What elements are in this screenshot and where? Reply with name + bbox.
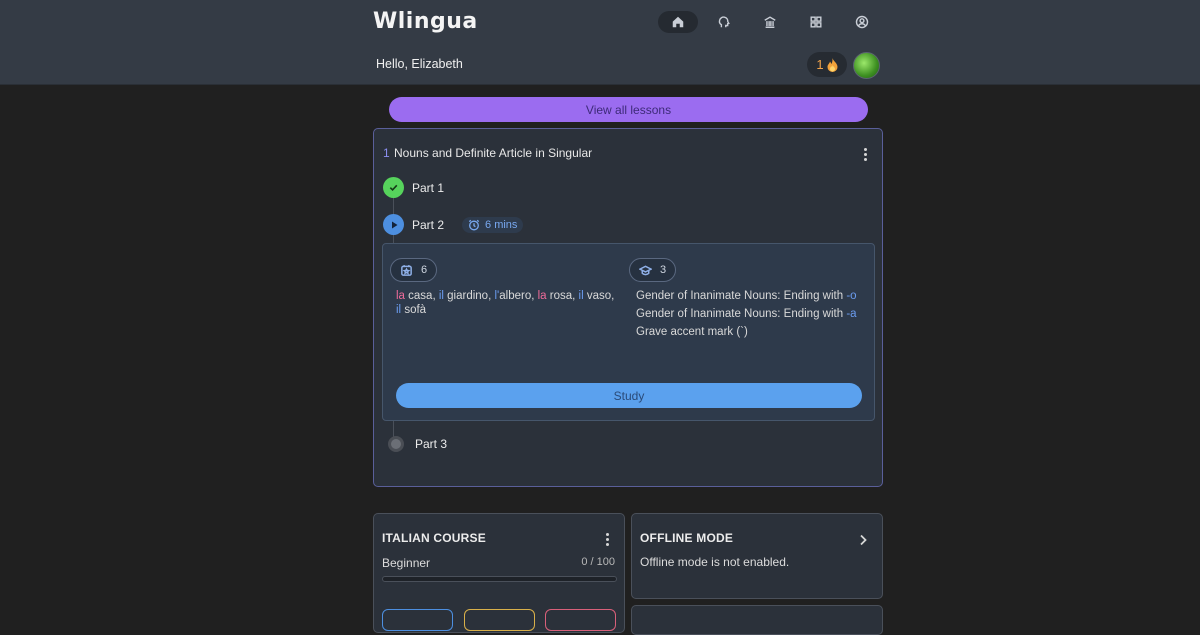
grammar-item[interactable]: Grave accent mark (`) <box>636 325 861 339</box>
check-circle-icon <box>383 177 404 198</box>
lesson-number: 1 <box>383 146 390 160</box>
study-button[interactable]: Study <box>396 383 862 408</box>
vocab-item: la rosa, <box>537 290 579 302</box>
apps-grid-icon <box>810 16 822 28</box>
view-all-lessons-button[interactable]: View all lessons <box>389 97 868 122</box>
course-progress-bar <box>382 576 617 582</box>
profile-icon <box>855 15 869 29</box>
streak-count: 1 <box>816 57 824 72</box>
part-label: Part 1 <box>412 180 445 195</box>
grammar-chip[interactable]: 3 <box>629 258 677 282</box>
part-label: Part 2 <box>412 217 445 232</box>
lesson-title: Nouns and Definite Article in Singular <box>394 146 593 160</box>
part-connector <box>393 419 394 437</box>
grammar-list: Gender of Inanimate Nouns: Ending with -… <box>636 289 861 343</box>
nav-library[interactable] <box>750 11 790 33</box>
course-stat-tile[interactable] <box>545 609 616 631</box>
course-stat-tile[interactable] <box>382 609 453 631</box>
course-progress-text: 0 / 100 <box>581 556 615 568</box>
part-3-item[interactable]: Part 3 <box>385 436 447 452</box>
duration-text: 6 mins <box>485 218 518 231</box>
flame-icon <box>827 57 838 72</box>
graduation-cap-icon <box>639 264 652 275</box>
next-card[interactable] <box>631 605 883 635</box>
part-duration: 6 mins <box>462 216 524 233</box>
home-icon <box>672 16 684 28</box>
grammar-item[interactable]: Gender of Inanimate Nouns: Ending with -… <box>636 289 861 303</box>
part-label: Part 3 <box>415 437 448 451</box>
vocab-item: il sofà <box>396 304 427 316</box>
streak-badge[interactable]: 1 <box>807 52 847 77</box>
calendar-star-icon <box>401 264 412 276</box>
offline-description: Offline mode is not enabled. <box>640 555 790 569</box>
grammar-item[interactable]: Gender of Inanimate Nouns: Ending with -… <box>636 307 861 321</box>
part-2-details: 6 3 la casa, il giardino, l'albero, la r… <box>382 243 875 421</box>
vocabulary-chip[interactable]: 6 <box>390 258 438 282</box>
part-2-item[interactable]: Part 2 6 mins <box>383 214 524 235</box>
nav-apps[interactable] <box>796 11 836 33</box>
course-title: ITALIAN COURSE <box>382 531 486 545</box>
library-icon <box>764 16 776 28</box>
greeting: Hello, Elizabeth <box>376 57 463 71</box>
vocab-item: l'albero, <box>494 290 538 302</box>
lesson-card: 1 Nouns and Definite Article in Singular… <box>373 128 883 487</box>
vocab-item: la casa, <box>396 290 439 302</box>
course-stat-tile[interactable] <box>464 609 535 631</box>
vocabulary-count: 6 <box>421 264 428 276</box>
nav-home[interactable] <box>658 11 698 33</box>
offline-title: OFFLINE MODE <box>640 531 734 545</box>
chevron-right-icon[interactable] <box>856 533 870 547</box>
app-header: Wlingua Hello, Elizabeth 1 <box>0 0 1200 85</box>
play-circle-icon <box>383 214 404 235</box>
more-vertical-icon <box>605 532 609 536</box>
course-menu-button[interactable] <box>599 531 615 547</box>
nav-profile[interactable] <box>842 11 882 33</box>
brain-icon <box>718 16 730 28</box>
course-card: ITALIAN COURSE Beginner 0 / 100 <box>373 513 625 633</box>
course-level: Beginner <box>382 556 431 570</box>
locked-dot-icon <box>388 436 404 452</box>
grammar-count: 3 <box>660 264 667 276</box>
vocab-item: il giardino, <box>438 290 495 302</box>
part-1-item[interactable]: Part 1 <box>383 177 444 198</box>
user-avatar[interactable] <box>853 52 880 79</box>
offline-mode-card[interactable]: OFFLINE MODE Offline mode is not enabled… <box>631 513 883 599</box>
vocab-item: il vaso, <box>578 290 615 302</box>
alarm-clock-icon <box>468 219 480 230</box>
lesson-menu-button[interactable] <box>857 146 873 162</box>
main-nav <box>658 11 882 33</box>
app-logo[interactable]: Wlingua <box>373 9 478 34</box>
nav-review[interactable] <box>704 11 744 33</box>
more-vertical-icon <box>863 147 867 151</box>
vocabulary-list: la casa, il giardino, l'albero, la rosa,… <box>396 289 621 317</box>
